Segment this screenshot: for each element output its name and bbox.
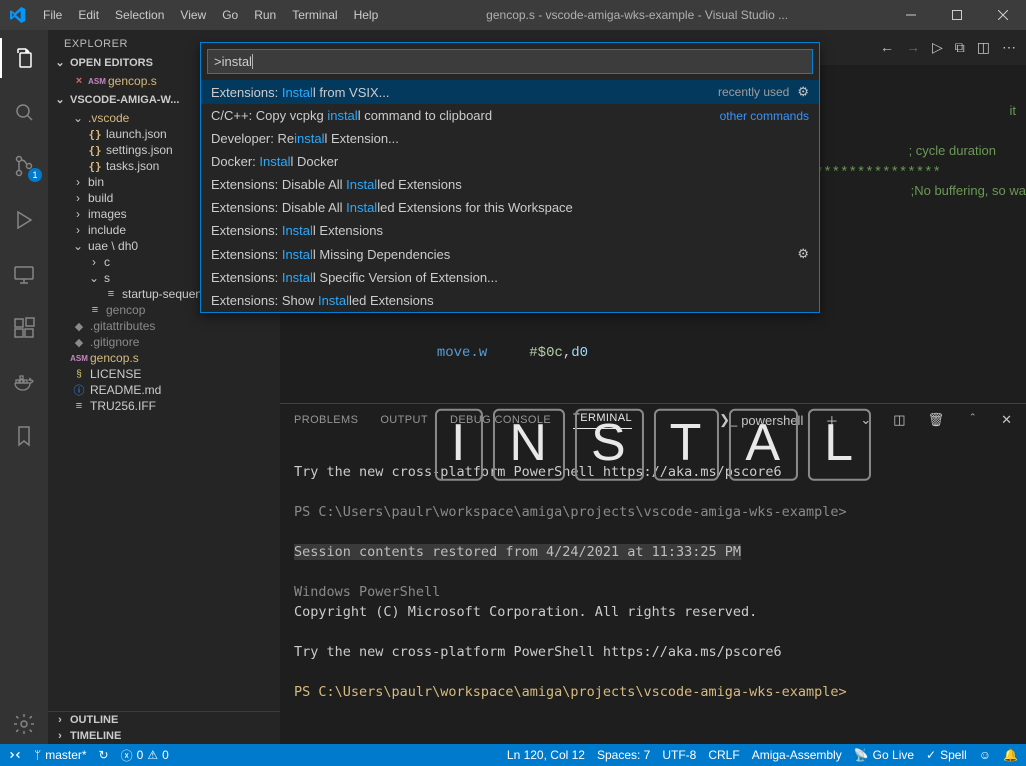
status-errors[interactable]: ⓧ 0 ⚠ 0: [121, 747, 169, 764]
close-panel-icon[interactable]: ✕: [1001, 412, 1012, 428]
keycap: L: [808, 408, 871, 480]
gear-icon[interactable]: ⚙: [797, 84, 809, 100]
palette-item[interactable]: Extensions: Disable All Installed Extens…: [201, 173, 819, 196]
maximize-panel-icon[interactable]: ＾: [966, 411, 979, 430]
palette-item[interactable]: Extensions: Install from VSIX... recentl…: [201, 80, 819, 104]
file-tru256[interactable]: ≡TRU256.IFF: [48, 398, 280, 414]
screencast-overlay: I N S T A L: [435, 408, 871, 480]
status-feedback[interactable]: ☺: [979, 748, 991, 762]
keycap: A: [729, 408, 798, 480]
menu-bar: File Edit Selection View Go Run Terminal…: [35, 0, 386, 30]
status-cursor[interactable]: Ln 120, Col 12: [507, 748, 585, 762]
menu-file[interactable]: File: [35, 0, 70, 30]
chevron-down-icon: ⌄: [54, 56, 66, 69]
tab-output[interactable]: OUTPUT: [380, 414, 428, 426]
info-icon: ⓘ: [72, 383, 86, 397]
activity-bookmarks[interactable]: [0, 416, 48, 456]
kill-terminal-icon[interactable]: 🗑: [928, 412, 945, 428]
menu-help[interactable]: Help: [346, 0, 387, 30]
status-branch[interactable]: ᛘ master*: [34, 748, 87, 762]
tab-problems[interactable]: PROBLEMS: [294, 414, 358, 426]
status-spell[interactable]: ✓ Spell: [926, 748, 967, 762]
keycap: T: [654, 408, 720, 480]
palette-item[interactable]: Extensions: Install Extensions: [201, 219, 819, 242]
scm-badge: 1: [28, 168, 42, 182]
keycap: S: [575, 408, 644, 480]
window-close[interactable]: [980, 0, 1026, 30]
activity-docker[interactable]: [0, 362, 48, 402]
activity-search[interactable]: [0, 92, 48, 132]
palette-item[interactable]: Extensions: Install Missing Dependencies…: [201, 242, 819, 266]
license-icon: §: [72, 367, 86, 381]
file-readme[interactable]: ⓘREADME.md: [48, 382, 280, 398]
more-icon[interactable]: ⋯: [1002, 39, 1016, 56]
status-golive[interactable]: 📡 Go Live: [854, 748, 914, 762]
palette-item[interactable]: C/C++: Copy vcpkg install command to cli…: [201, 104, 819, 127]
asm-file-icon: ASM: [72, 351, 86, 365]
status-sync[interactable]: ↻: [99, 748, 109, 762]
activity-extensions[interactable]: [0, 308, 48, 348]
activity-bar: 1: [0, 30, 48, 744]
code-comment: ; cycle duration: [909, 143, 996, 158]
window-maximize[interactable]: [934, 0, 980, 30]
code-comment: it: [1010, 103, 1017, 118]
status-indent[interactable]: Spaces: 7: [597, 748, 650, 762]
status-bar: ᛘ master* ↻ ⓧ 0 ⚠ 0 Ln 120, Col 12 Space…: [0, 744, 1026, 766]
palette-item[interactable]: Extensions: Install Specific Version of …: [201, 266, 819, 289]
terminal-content[interactable]: Try the new cross-platform PowerShell ht…: [280, 436, 1026, 744]
menu-view[interactable]: View: [172, 0, 214, 30]
menu-terminal[interactable]: Terminal: [284, 0, 345, 30]
menu-run[interactable]: Run: [246, 0, 284, 30]
menu-edit[interactable]: Edit: [70, 0, 107, 30]
title-bar: File Edit Selection View Go Run Terminal…: [0, 0, 1026, 30]
go-back-icon[interactable]: ←: [880, 39, 894, 56]
menu-selection[interactable]: Selection: [107, 0, 172, 30]
menu-go[interactable]: Go: [214, 0, 246, 30]
gear-icon[interactable]: ⚙: [797, 246, 809, 262]
split-terminal-icon[interactable]: ◫: [893, 412, 905, 428]
activity-explorer[interactable]: [0, 38, 48, 78]
window-minimize[interactable]: [888, 0, 934, 30]
outline-section[interactable]: ›OUTLINE: [48, 712, 280, 728]
status-notifications[interactable]: 🔔: [1003, 748, 1018, 762]
palette-item[interactable]: Extensions: Disable All Installed Extens…: [201, 196, 819, 219]
palette-item[interactable]: Extensions: Show Installed Extensions: [201, 289, 819, 312]
file-gitignore[interactable]: ◆.gitignore: [48, 334, 280, 350]
run-icon[interactable]: ▷: [932, 39, 943, 56]
window-title: gencop.s - vscode-amiga-wks-example - Vi…: [386, 8, 888, 22]
file-license[interactable]: §LICENSE: [48, 366, 280, 382]
activity-run-debug[interactable]: [0, 200, 48, 240]
status-language[interactable]: Amiga-Assembly: [752, 748, 842, 762]
file-gencop-s[interactable]: ASMgencop.s: [48, 350, 280, 366]
git-icon: ◆: [72, 319, 86, 333]
split-editor-icon[interactable]: ◫: [977, 39, 990, 56]
palette-item[interactable]: Developer: Reinstall Extension...: [201, 127, 819, 150]
compare-icon[interactable]: ⧉: [955, 39, 965, 56]
chevron-down-icon: ⌄: [54, 93, 66, 106]
git-icon: ◆: [72, 335, 86, 349]
status-remote[interactable]: [8, 748, 22, 762]
close-icon[interactable]: ×: [72, 74, 86, 88]
activity-scm[interactable]: 1: [0, 146, 48, 186]
activity-settings[interactable]: [0, 704, 48, 744]
app-logo: [0, 7, 35, 23]
command-palette: >instal Extensions: Install from VSIX...…: [200, 42, 820, 313]
palette-item[interactable]: Docker: Install Docker: [201, 150, 819, 173]
keycap: N: [493, 408, 565, 480]
command-palette-list: Extensions: Install from VSIX... recentl…: [201, 80, 819, 312]
go-forward-icon[interactable]: →: [906, 39, 920, 56]
command-palette-input[interactable]: >instal: [207, 49, 813, 74]
keycap: I: [435, 408, 483, 480]
timeline-section[interactable]: ›TIMELINE: [48, 728, 280, 744]
code-comment: ;No buffering, so wa: [911, 183, 1026, 198]
status-encoding[interactable]: UTF-8: [662, 748, 696, 762]
activity-remote[interactable]: [0, 254, 48, 294]
status-eol[interactable]: CRLF: [708, 748, 739, 762]
file-gitattributes[interactable]: ◆.gitattributes: [48, 318, 280, 334]
asm-file-icon: ASM: [90, 74, 104, 88]
